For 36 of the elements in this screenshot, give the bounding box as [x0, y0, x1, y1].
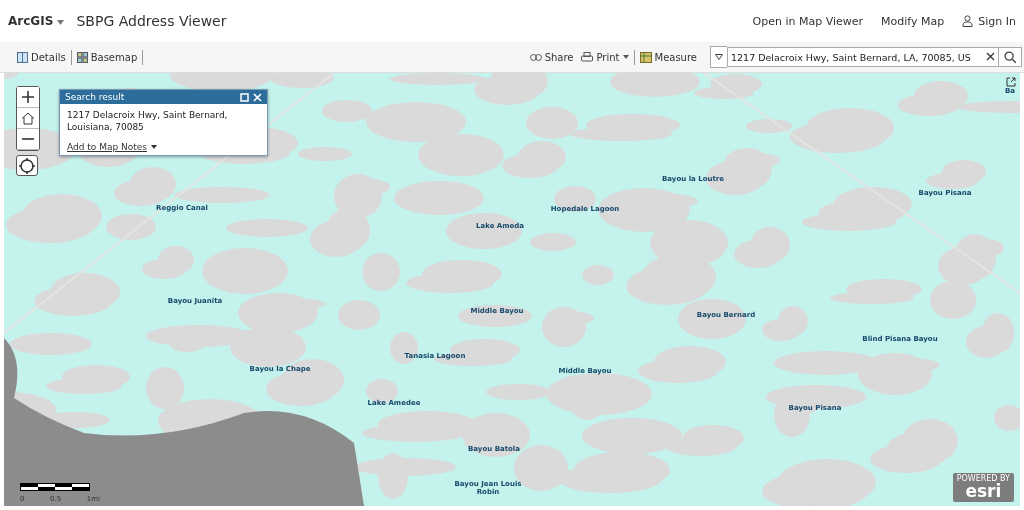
- print-button[interactable]: Print: [578, 49, 632, 65]
- caret-icon[interactable]: [151, 145, 158, 149]
- printer-icon: [581, 51, 594, 63]
- plus-icon: [22, 91, 34, 103]
- ruler-icon: [639, 51, 652, 63]
- brand-menu[interactable]: ArcGIS: [8, 14, 65, 28]
- caret-icon[interactable]: [715, 54, 723, 60]
- header-link[interactable]: Open in Map Viewer: [752, 14, 864, 28]
- crosshair-icon: [19, 157, 35, 174]
- zoom-in-button[interactable]: [17, 87, 39, 108]
- details-button[interactable]: Details: [14, 49, 69, 65]
- clear-icon[interactable]: [986, 52, 995, 61]
- search-icon[interactable]: [999, 47, 1022, 67]
- esri-logo: POWERED BY esri: [952, 473, 1014, 502]
- measure-button[interactable]: Measure: [636, 49, 700, 65]
- close-icon[interactable]: [253, 92, 262, 102]
- add-to-map-notes-link[interactable]: Add to Map Notes: [67, 142, 148, 152]
- search-field[interactable]: 1217 Delacroix Hwy, Saint Bernard, LA, 70085, US: [727, 47, 999, 67]
- grid-icon: [76, 51, 88, 63]
- expand-icon[interactable]: [1006, 77, 1016, 87]
- book-icon: [17, 51, 28, 63]
- app-title: SBPG Address Viewer: [76, 13, 227, 29]
- maximize-icon[interactable]: [240, 92, 249, 102]
- header-link[interactable]: Modify Map: [881, 14, 945, 28]
- home-icon: [21, 111, 35, 125]
- popup-title: Search result: [65, 92, 125, 102]
- locate-button[interactable]: [16, 155, 38, 176]
- basemap-button[interactable]: Basemap: [73, 49, 141, 65]
- scale-bar-icon: [20, 483, 90, 491]
- share-button[interactable]: Share: [526, 49, 577, 65]
- caret-icon: [57, 20, 65, 25]
- caret-icon: [622, 55, 629, 59]
- sign-in-link[interactable]: Sign In: [962, 14, 1016, 28]
- link-icon: [529, 53, 542, 61]
- user-icon: [962, 15, 974, 27]
- popup-address: 1217 Delacroix Hwy, Saint Bernard, Louisiana, 70085: [66, 109, 229, 134]
